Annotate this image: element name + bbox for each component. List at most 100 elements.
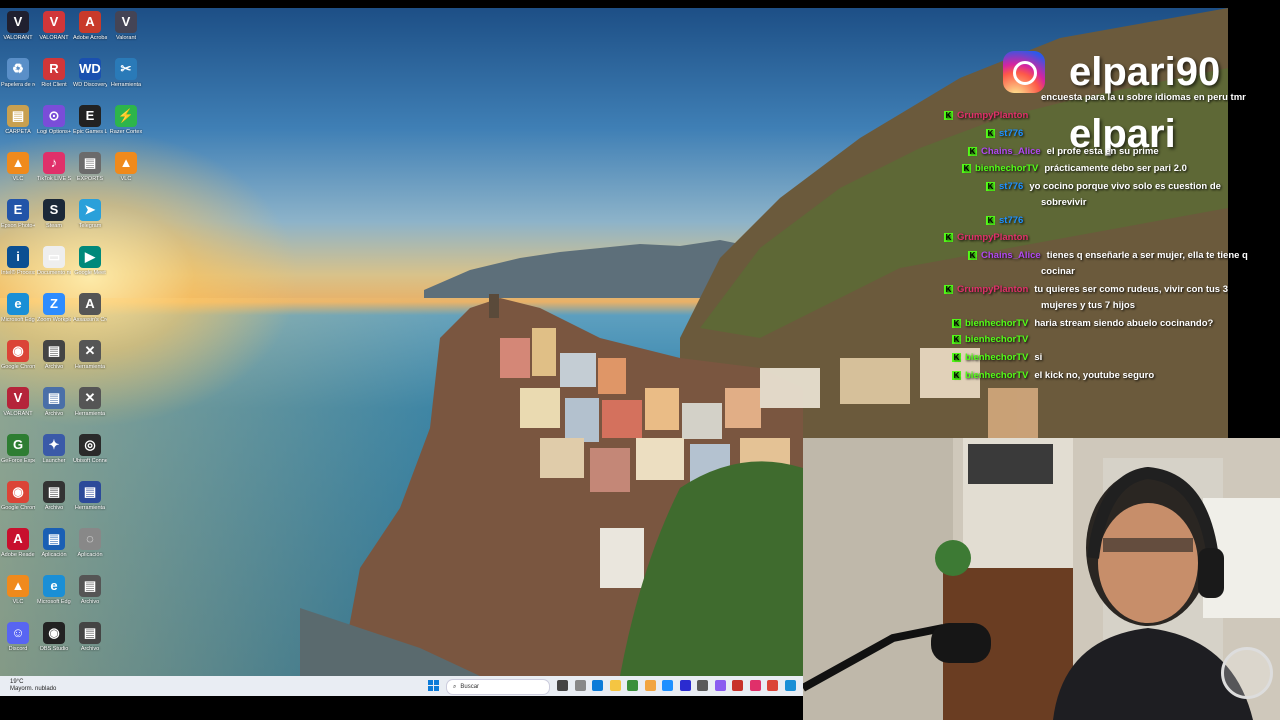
desktop-shortcut[interactable]: ◌ Aplicación — [73, 528, 107, 558]
desktop-shortcut[interactable]: E Epson Photo+ — [1, 199, 35, 229]
taskbar-app-icon[interactable] — [679, 680, 691, 691]
chat-text: sobrevivir — [1041, 197, 1087, 208]
taskbar-app-icon[interactable] — [784, 680, 796, 691]
desktop-shortcut[interactable]: ▤ Aplicación — [37, 528, 71, 558]
taskbar-app-icon[interactable] — [627, 680, 638, 691]
desktop-shortcut[interactable]: ✕ Herramienta — [73, 387, 107, 417]
taskbar-app-icon[interactable] — [749, 680, 761, 691]
desktop-shortcut[interactable]: ◉ Google Chrome — [1, 340, 35, 370]
desktop-shortcut[interactable]: V VALORANT — [37, 11, 71, 41]
desktop-shortcut[interactable]: ▤ Archivo — [73, 622, 107, 652]
app-icon: ▲ — [7, 152, 29, 174]
taskbar-app-icon[interactable] — [644, 680, 656, 691]
kick-badge-icon: K — [952, 352, 961, 362]
chat-text: tu quieres ser como rudeus, vivir con tu… — [1034, 284, 1229, 295]
taskbar-app-icon[interactable] — [557, 680, 568, 691]
desktop-shortcut-label: WD Discovery — [73, 82, 107, 88]
app-icon: S — [43, 199, 65, 221]
desktop-shortcut[interactable]: ▲ VLC — [1, 152, 35, 182]
desktop-shortcut[interactable]: ▤ EXPORTS — [73, 152, 107, 182]
desktop-shortcut[interactable]: V Valorant — [109, 11, 143, 41]
chat-message: Kst776 — [986, 126, 1029, 142]
taskbar-app-icon[interactable] — [574, 680, 586, 691]
desktop-shortcut-label: Herramienta — [74, 505, 106, 511]
chat-username: Chains_Alice — [981, 146, 1041, 157]
weather-desc: Mayorm. nublado — [10, 686, 57, 692]
desktop-shortcut-label: Google Chrome — [1, 364, 35, 370]
desktop-shortcut[interactable]: ✂ Herramienta — [109, 58, 143, 88]
desktop-shortcut-label: Archivo — [80, 599, 100, 605]
desktop-shortcut[interactable]: R Riot Client — [37, 58, 71, 88]
desktop-shortcut[interactable]: ➤ Telegram — [73, 199, 107, 229]
desktop-shortcut[interactable]: ▶ Google Meet — [73, 246, 107, 276]
desktop-shortcut-label: VLC — [12, 176, 24, 182]
kick-badge-icon: K — [952, 370, 961, 380]
desktop-shortcut[interactable]: E Epic Games Launcher — [73, 105, 107, 135]
desktop-shortcut[interactable]: e Microsoft Edge — [1, 293, 35, 323]
app-icon: ⚡ — [115, 105, 137, 127]
desktop-shortcut[interactable]: S Steam — [37, 199, 71, 229]
kick-badge-icon: K — [986, 215, 995, 225]
chat-text: prácticamente debo ser pari 2.0 — [1044, 163, 1187, 174]
desktop-shortcut[interactable]: A Assassin's Creed — [73, 293, 107, 323]
desktop-shortcut[interactable]: ✦ Launcher — [37, 434, 71, 464]
desktop-shortcut[interactable]: V VALORANT — [1, 387, 35, 417]
taskbar-app-icon[interactable] — [697, 680, 708, 691]
kick-badge-icon: K — [968, 250, 977, 260]
desktop-shortcut[interactable]: e Microsoft Edge — [37, 575, 71, 605]
chat-username: GrumpyPlanton — [957, 284, 1029, 295]
desktop-shortcut-label: Launcher — [42, 458, 66, 464]
desktop-shortcut[interactable]: WD WD Discovery — [73, 58, 107, 88]
app-icon: ◌ — [79, 528, 101, 550]
desktop-shortcut[interactable]: ▲ VLC — [1, 575, 35, 605]
desktop-shortcut-label: Archivo — [80, 646, 100, 652]
taskbar-app-icon[interactable] — [592, 680, 603, 691]
app-icon: ☺ — [7, 622, 29, 644]
desktop-shortcut[interactable]: ◎ Ubisoft Connect — [73, 434, 107, 464]
desktop-shortcut[interactable]: ✕ Herramienta — [73, 340, 107, 370]
taskbar-app-icon[interactable] — [609, 680, 621, 691]
kick-badge-icon: K — [952, 334, 961, 344]
desktop-shortcut[interactable]: Z Zoom Workplace — [37, 293, 71, 323]
desktop-shortcut[interactable]: ⊙ Logi Options+ — [37, 105, 71, 135]
weather-widget[interactable]: 19°C Mayorm. nublado — [10, 679, 56, 693]
desktop-shortcut[interactable]: ⚡ Razer Cortex — [109, 105, 143, 135]
taskbar-app-icon[interactable] — [714, 680, 726, 691]
desktop-shortcut[interactable]: ♪ TikTok LIVE Studio — [37, 152, 71, 182]
desktop-shortcut[interactable]: ▤ Archivo — [37, 340, 71, 370]
app-icon: ➤ — [79, 199, 101, 221]
desktop-shortcut-label: Steam — [46, 223, 62, 229]
kick-badge-icon: K — [944, 110, 953, 120]
desktop-shortcut-label: VLC — [120, 176, 132, 182]
desktop-shortcut-label: Intel® Processor... — [1, 270, 35, 276]
app-icon: ▤ — [43, 387, 65, 409]
desktop-shortcut[interactable]: ▭ Documento nuevo — [37, 246, 71, 276]
desktop-shortcut[interactable]: ☺ Discord — [1, 622, 35, 652]
desktop-shortcut-label: Papelera de reciclaje — [1, 82, 35, 88]
app-icon: A — [79, 293, 101, 315]
desktop-shortcut[interactable]: ▤ Archivo — [37, 387, 71, 417]
desktop-shortcut[interactable]: ♻ Papelera de reciclaje — [1, 58, 35, 88]
chat-text: yo cocino porque vivo solo es cuestion d… — [1029, 181, 1221, 192]
desktop-shortcut[interactable]: V VALORANT — [1, 11, 35, 41]
taskbar-search[interactable]: ⌕ Buscar — [446, 679, 550, 695]
desktop-shortcut[interactable]: A Adobe Reader — [1, 528, 35, 558]
taskbar-app-icon[interactable] — [767, 680, 778, 691]
windows-start-icon[interactable] — [428, 680, 439, 691]
desktop-shortcut[interactable]: i Intel® Processor... — [1, 246, 35, 276]
desktop-shortcut-label: Riot Client — [41, 82, 67, 88]
desktop-shortcut[interactable]: ▤ CARPETA — [1, 105, 35, 135]
taskbar-app-icon[interactable] — [662, 680, 673, 691]
desktop-shortcut[interactable]: ◉ Google Chrome — [1, 481, 35, 511]
taskbar-app-icon[interactable] — [732, 680, 743, 691]
chat-text: haria stream siendo abuelo cocinando? — [1034, 318, 1214, 329]
desktop-shortcut[interactable]: ▲ VLC — [109, 152, 143, 182]
desktop-shortcut[interactable]: G GeForce Experience — [1, 434, 35, 464]
desktop-shortcut[interactable]: ▤ Herramienta — [73, 481, 107, 511]
chat-text: el profe esta en su prime — [1046, 146, 1159, 157]
desktop-shortcut[interactable]: ▤ Archivo — [73, 575, 107, 605]
desktop-shortcut[interactable]: A Adobe Acrobat Rea... — [73, 11, 107, 41]
desktop-shortcut[interactable]: ▤ Archivo — [37, 481, 71, 511]
app-icon: ✕ — [79, 387, 101, 409]
desktop-shortcut[interactable]: ◉ OBS Studio — [37, 622, 71, 652]
